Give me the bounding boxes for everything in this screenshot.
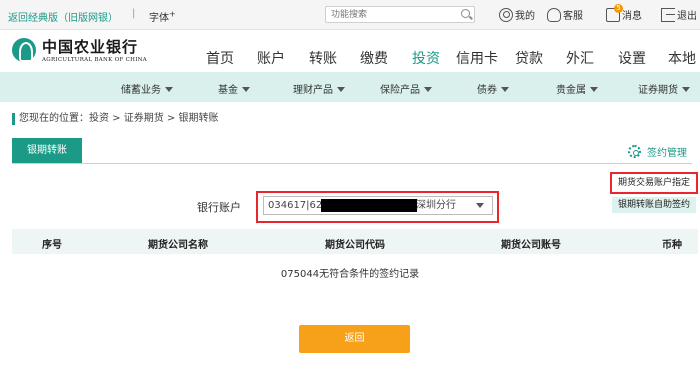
logout-button[interactable]: 退出 (661, 7, 697, 22)
nav-item-forex[interactable]: 外汇 (566, 48, 594, 68)
subnav-item-precious-metals[interactable]: 贵金属 (556, 81, 598, 96)
breadcrumb: 您现在的位置：投资 > 证券期货 > 银期转账 (12, 113, 218, 125)
column-header-company-account: 期货公司账号 (501, 240, 561, 251)
subnav-item-bonds[interactable]: 债券 (477, 81, 509, 96)
subnav-label: 债券 (477, 85, 497, 96)
user-icon (499, 7, 513, 22)
gear-icon (628, 145, 641, 158)
headset-icon (547, 7, 561, 22)
bank-account-label: 银行账户 (197, 201, 241, 214)
sign-manage-label: 签约管理 (647, 148, 687, 159)
subnav-item-savings[interactable]: 储蓄业务 (121, 81, 173, 96)
top-utility-bar: 返回经典版（旧版网银） | 字体+ 我的 客服 5 消息 退出 (0, 0, 700, 30)
column-header-index: 序号 (42, 240, 62, 251)
service-button[interactable]: 客服 (547, 7, 583, 22)
column-header-company-code: 期货公司代码 (325, 240, 385, 251)
bank-name-cn: 中国农业银行 (42, 38, 139, 56)
topbar-separator: | (132, 8, 136, 19)
nav-item-investment[interactable]: 投资 (412, 48, 440, 68)
chevron-down-icon (682, 87, 690, 92)
tab-bank-futures-transfer[interactable]: 银期转账 (12, 138, 82, 164)
chevron-down-icon (165, 87, 173, 92)
message-count-badge: 5 (614, 3, 623, 13)
logout-icon (661, 7, 675, 22)
nav-item-transfer[interactable]: 转账 (309, 48, 337, 68)
my-label: 我的 (515, 11, 535, 22)
account-redaction-mask (321, 199, 417, 212)
nav-item-settings[interactable]: 设置 (618, 48, 646, 68)
message-icon: 5 (606, 3, 623, 22)
bank-account-select[interactable]: 034617|6228 深圳分行 (263, 196, 493, 215)
chevron-down-icon (337, 87, 345, 92)
empty-records-message: 075044无符合条件的签约记录 (280, 269, 420, 280)
message-label: 消息 (622, 11, 642, 22)
futures-account-designate-button[interactable]: 期货交易账户指定 (610, 172, 698, 194)
nav-item-local[interactable]: 本地 (668, 48, 696, 68)
search-icon[interactable] (461, 9, 470, 18)
subnav-label: 保险产品 (380, 85, 420, 96)
chevron-down-icon[interactable] (476, 203, 484, 208)
account-branch: 深圳分行 (416, 200, 456, 211)
chevron-down-icon (242, 87, 250, 92)
back-button[interactable]: 返回 (299, 325, 410, 353)
abc-logo-icon (12, 38, 36, 62)
sub-nav: 储蓄业务 基金 理财产品 保险产品 债券 贵金属 证券期货 (0, 72, 700, 102)
nav-item-loan[interactable]: 贷款 (515, 48, 543, 68)
bank-name-en: AGRICULTURAL BANK OF CHINA (42, 57, 148, 63)
self-sign-button[interactable]: 银期转账自助签约 (612, 197, 696, 213)
subnav-label: 基金 (218, 85, 238, 96)
logout-label: 退出 (677, 11, 697, 22)
subnav-label: 贵金属 (556, 85, 586, 96)
function-search-input[interactable] (325, 6, 475, 23)
nav-item-home[interactable]: 首页 (206, 48, 234, 68)
service-label: 客服 (563, 11, 583, 22)
table-header: 序号 期货公司名称 期货公司代码 期货公司账号 币种 (12, 229, 698, 254)
tab-divider (12, 163, 692, 164)
nav-item-account[interactable]: 账户 (257, 48, 285, 68)
subnav-item-securities-futures[interactable]: 证券期货 (638, 81, 690, 96)
header: 中国农业银行 AGRICULTURAL BANK OF CHINA 首页 账户 … (0, 30, 700, 72)
subnav-label: 储蓄业务 (121, 85, 161, 96)
column-header-company-name: 期货公司名称 (148, 240, 208, 251)
bank-page: 返回经典版（旧版网银） | 字体+ 我的 客服 5 消息 退出 中国农业银行 A… (0, 0, 700, 372)
chevron-down-icon (501, 87, 509, 92)
column-header-currency: 币种 (662, 240, 682, 251)
chevron-down-icon (590, 87, 598, 92)
subnav-label: 证券期货 (638, 85, 678, 96)
my-button[interactable]: 我的 (499, 7, 535, 22)
classic-version-link[interactable]: 返回经典版（旧版网银） (8, 9, 118, 24)
subnav-item-wealth[interactable]: 理财产品 (293, 81, 345, 96)
message-button[interactable]: 5 消息 (606, 3, 642, 22)
sign-manage-link[interactable]: 签约管理 (628, 144, 687, 159)
font-size-label: 字体 (149, 13, 169, 24)
subnav-item-fund[interactable]: 基金 (218, 81, 250, 96)
font-size-button[interactable]: 字体+ (149, 9, 176, 24)
subnav-label: 理财产品 (293, 85, 333, 96)
chevron-down-icon (424, 87, 432, 92)
subnav-item-insurance[interactable]: 保险产品 (380, 81, 432, 96)
nav-item-payment[interactable]: 缴费 (360, 48, 388, 68)
nav-item-credit-card[interactable]: 信用卡 (456, 48, 498, 68)
font-size-plus: + (169, 9, 176, 19)
